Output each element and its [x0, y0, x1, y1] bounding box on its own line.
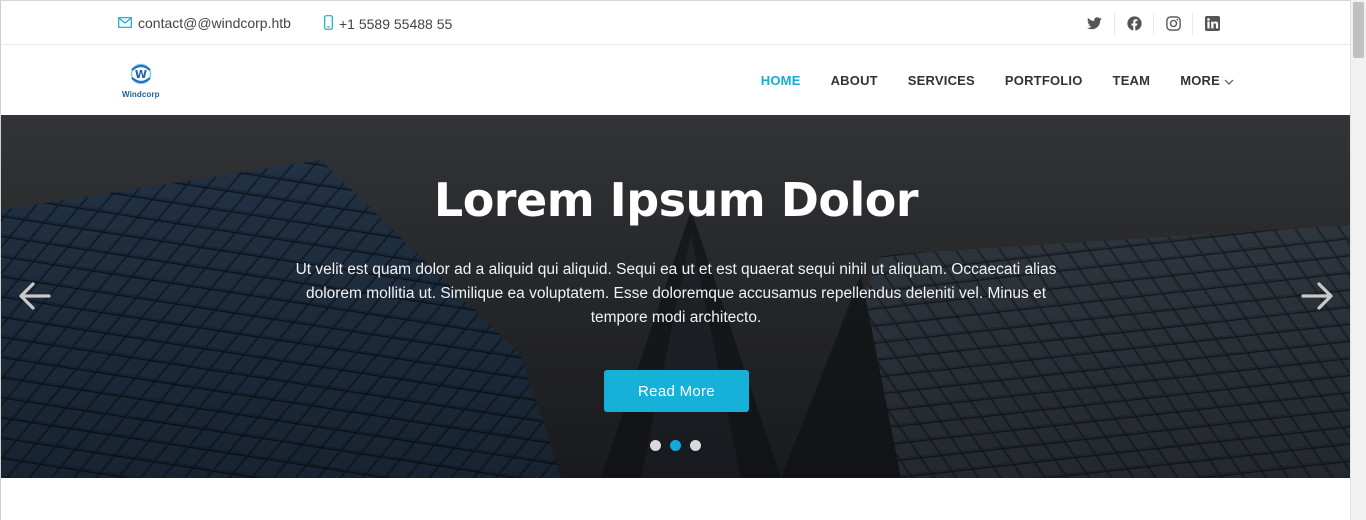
carousel-next-arrow-icon[interactable]: [1299, 278, 1335, 314]
phone-contact[interactable]: +1 5589 55488 55: [324, 15, 452, 33]
carousel-prev-arrow-icon[interactable]: [17, 278, 53, 314]
instagram-icon[interactable]: [1153, 12, 1192, 35]
chevron-down-icon: [1224, 73, 1234, 88]
vertical-scrollbar[interactable]: [1350, 0, 1366, 520]
windcorp-logo[interactable]: W Windcorp: [119, 63, 169, 103]
hero-carousel: Lorem Ipsum Dolor Ut velit est quam dolo…: [1, 115, 1351, 478]
content-area: [1, 478, 1351, 520]
carousel-dot-2[interactable]: [670, 440, 681, 451]
carousel-indicators: [650, 440, 710, 451]
nav-team[interactable]: TEAM: [1113, 73, 1151, 88]
scrollbar-thumb[interactable]: [1353, 2, 1364, 58]
carousel-dot-3[interactable]: [690, 440, 701, 451]
page: contact@@windcorp.htb +1 5589 55488 55 W…: [0, 0, 1351, 520]
nav-portfolio[interactable]: PORTFOLIO: [1005, 73, 1083, 88]
social-links: [1075, 1, 1231, 46]
email-contact[interactable]: contact@@windcorp.htb: [118, 15, 291, 31]
nav-services[interactable]: SERVICES: [908, 73, 975, 88]
nav-about[interactable]: ABOUT: [831, 73, 878, 88]
email-text[interactable]: contact@@windcorp.htb: [138, 15, 291, 31]
nav-more-label: MORE: [1180, 72, 1220, 88]
main-nav: HOME ABOUT SERVICES PORTFOLIO TEAM MORE: [731, 45, 1234, 115]
envelope-icon: [118, 15, 132, 31]
nav-home[interactable]: HOME: [761, 73, 801, 88]
hero-description: Ut velit est quam dolor ad a aliquid qui…: [295, 261, 1057, 326]
carousel-dot-1[interactable]: [650, 440, 661, 451]
logo-mark: W: [130, 63, 152, 85]
nav-more[interactable]: MORE: [1180, 73, 1234, 88]
linkedin-icon[interactable]: [1192, 12, 1231, 35]
facebook-icon[interactable]: [1114, 12, 1153, 35]
logo-text: Windcorp: [122, 90, 160, 99]
top-bar: contact@@windcorp.htb +1 5589 55488 55: [1, 0, 1351, 45]
phone-icon: [324, 15, 333, 33]
twitter-icon[interactable]: [1075, 13, 1114, 35]
phone-text[interactable]: +1 5589 55488 55: [339, 16, 452, 32]
svg-text:W: W: [135, 68, 147, 81]
hero-title: Lorem Ipsum Dolor: [433, 173, 919, 227]
read-more-button[interactable]: Read More: [604, 370, 749, 412]
site-header: W Windcorp HOME ABOUT SERVICES PORTFOLIO…: [1, 45, 1351, 115]
